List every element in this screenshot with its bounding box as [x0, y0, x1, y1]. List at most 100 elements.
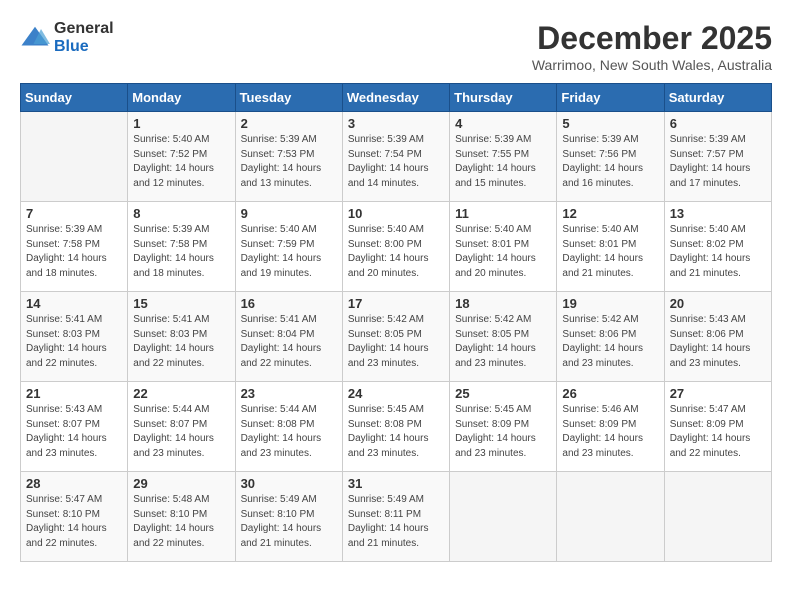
calendar-cell — [450, 472, 557, 562]
calendar-cell: 3 Sunrise: 5:39 AM Sunset: 7:54 PM Daylig… — [342, 112, 449, 202]
calendar-cell: 2 Sunrise: 5:39 AM Sunset: 7:53 PM Daylig… — [235, 112, 342, 202]
calendar-cell: 11 Sunrise: 5:40 AM Sunset: 8:01 PM Dayli… — [450, 202, 557, 292]
calendar-week-4: 21Sunrise: 5:43 AM Sunset: 8:07 PM Dayli… — [21, 382, 772, 472]
calendar-cell: 23 Sunrise: 5:44 AM Sunset: 8:08 PM Dayli… — [235, 382, 342, 472]
cell-content: Sunrise: 5:39 AM Sunset: 7:54 PM Dayligh… — [348, 133, 444, 191]
day-number: 18 — [455, 296, 551, 311]
header-row: SundayMondayTuesdayWednesdayThursdayFrid… — [21, 84, 772, 112]
calendar-cell: 26Sunrise: 5:46 AM Sunset: 8:09 PM Dayli… — [557, 382, 664, 472]
cell-content: Sunrise: 5:40 AM Sunset: 8:02 PM Dayligh… — [670, 223, 766, 281]
calendar-cell: 28 Sunrise: 5:47 AM Sunset: 8:10 PM Dayli… — [21, 472, 128, 562]
logo-general-text: General — [54, 20, 114, 38]
calendar-cell: 14 Sunrise: 5:41 AM Sunset: 8:03 PM Dayli… — [21, 292, 128, 382]
calendar-cell: 29Sunrise: 5:48 AM Sunset: 8:10 PM Dayli… — [128, 472, 235, 562]
cell-content: Sunrise: 5:39 AM Sunset: 7:55 PM Dayligh… — [455, 133, 551, 191]
calendar-cell: 16 Sunrise: 5:41 AM Sunset: 8:04 PM Dayli… — [235, 292, 342, 382]
calendar-cell: 17 Sunrise: 5:42 AM Sunset: 8:05 PM Dayli… — [342, 292, 449, 382]
cell-content: Sunrise: 5:49 AM Sunset: 8:10 PM Dayligh… — [241, 493, 337, 551]
page-header: General Blue December 2025 Warrimoo, New… — [20, 20, 772, 73]
calendar-week-5: 28 Sunrise: 5:47 AM Sunset: 8:10 PM Dayli… — [21, 472, 772, 562]
header-cell-tuesday: Tuesday — [235, 84, 342, 112]
cell-content: Sunrise: 5:40 AM Sunset: 7:59 PM Dayligh… — [241, 223, 337, 281]
day-number: 31 — [348, 476, 444, 491]
calendar-week-3: 14 Sunrise: 5:41 AM Sunset: 8:03 PM Dayli… — [21, 292, 772, 382]
day-number: 2 — [241, 116, 337, 131]
calendar-table: SundayMondayTuesdayWednesdayThursdayFrid… — [20, 83, 772, 562]
calendar-cell: 21Sunrise: 5:43 AM Sunset: 8:07 PM Dayli… — [21, 382, 128, 472]
day-number: 28 — [26, 476, 122, 491]
cell-content: Sunrise: 5:45 AM Sunset: 8:09 PM Dayligh… — [455, 403, 551, 461]
day-number: 27 — [670, 386, 766, 401]
logo-icon — [20, 23, 50, 53]
day-number: 7 — [26, 206, 122, 221]
calendar-body: 1 Sunrise: 5:40 AM Sunset: 7:52 PM Daylig… — [21, 112, 772, 562]
cell-content: Sunrise: 5:46 AM Sunset: 8:09 PM Dayligh… — [562, 403, 658, 461]
header-cell-thursday: Thursday — [450, 84, 557, 112]
calendar-cell: 12Sunrise: 5:40 AM Sunset: 8:01 PM Dayli… — [557, 202, 664, 292]
day-number: 20 — [670, 296, 766, 311]
title-block: December 2025 Warrimoo, New South Wales,… — [532, 20, 772, 73]
cell-content: Sunrise: 5:47 AM Sunset: 8:09 PM Dayligh… — [670, 403, 766, 461]
day-number: 29 — [133, 476, 229, 491]
calendar-cell: 30 Sunrise: 5:49 AM Sunset: 8:10 PM Dayli… — [235, 472, 342, 562]
cell-content: Sunrise: 5:39 AM Sunset: 7:58 PM Dayligh… — [26, 223, 122, 281]
day-number: 30 — [241, 476, 337, 491]
logo-blue-text: Blue — [54, 38, 114, 56]
calendar-cell: 4 Sunrise: 5:39 AM Sunset: 7:55 PM Daylig… — [450, 112, 557, 202]
day-number: 5 — [562, 116, 658, 131]
day-number: 10 — [348, 206, 444, 221]
logo: General Blue — [20, 20, 114, 55]
header-cell-sunday: Sunday — [21, 84, 128, 112]
calendar-cell: 9 Sunrise: 5:40 AM Sunset: 7:59 PM Daylig… — [235, 202, 342, 292]
cell-content: Sunrise: 5:39 AM Sunset: 7:56 PM Dayligh… — [562, 133, 658, 191]
cell-content: Sunrise: 5:39 AM Sunset: 7:57 PM Dayligh… — [670, 133, 766, 191]
day-number: 11 — [455, 206, 551, 221]
calendar-cell: 1 Sunrise: 5:40 AM Sunset: 7:52 PM Daylig… — [128, 112, 235, 202]
month-title: December 2025 — [532, 20, 772, 57]
day-number: 21 — [26, 386, 122, 401]
cell-content: Sunrise: 5:39 AM Sunset: 7:53 PM Dayligh… — [241, 133, 337, 191]
cell-content: Sunrise: 5:39 AM Sunset: 7:58 PM Dayligh… — [133, 223, 229, 281]
cell-content: Sunrise: 5:41 AM Sunset: 8:03 PM Dayligh… — [26, 313, 122, 371]
day-number: 3 — [348, 116, 444, 131]
day-number: 9 — [241, 206, 337, 221]
cell-content: Sunrise: 5:40 AM Sunset: 8:01 PM Dayligh… — [455, 223, 551, 281]
cell-content: Sunrise: 5:47 AM Sunset: 8:10 PM Dayligh… — [26, 493, 122, 551]
day-number: 25 — [455, 386, 551, 401]
cell-content: Sunrise: 5:40 AM Sunset: 7:52 PM Dayligh… — [133, 133, 229, 191]
header-cell-monday: Monday — [128, 84, 235, 112]
day-number: 17 — [348, 296, 444, 311]
calendar-week-1: 1 Sunrise: 5:40 AM Sunset: 7:52 PM Daylig… — [21, 112, 772, 202]
day-number: 4 — [455, 116, 551, 131]
cell-content: Sunrise: 5:45 AM Sunset: 8:08 PM Dayligh… — [348, 403, 444, 461]
cell-content: Sunrise: 5:41 AM Sunset: 8:04 PM Dayligh… — [241, 313, 337, 371]
header-cell-wednesday: Wednesday — [342, 84, 449, 112]
calendar-cell: 31 Sunrise: 5:49 AM Sunset: 8:11 PM Dayli… — [342, 472, 449, 562]
calendar-cell: 7 Sunrise: 5:39 AM Sunset: 7:58 PM Daylig… — [21, 202, 128, 292]
calendar-week-2: 7 Sunrise: 5:39 AM Sunset: 7:58 PM Daylig… — [21, 202, 772, 292]
header-cell-friday: Friday — [557, 84, 664, 112]
day-number: 8 — [133, 206, 229, 221]
day-number: 14 — [26, 296, 122, 311]
calendar-cell — [664, 472, 771, 562]
day-number: 23 — [241, 386, 337, 401]
calendar-cell: 5 Sunrise: 5:39 AM Sunset: 7:56 PM Daylig… — [557, 112, 664, 202]
day-number: 15 — [133, 296, 229, 311]
cell-content: Sunrise: 5:49 AM Sunset: 8:11 PM Dayligh… — [348, 493, 444, 551]
calendar-cell: 6Sunrise: 5:39 AM Sunset: 7:57 PM Daylig… — [664, 112, 771, 202]
calendar-cell: 10 Sunrise: 5:40 AM Sunset: 8:00 PM Dayli… — [342, 202, 449, 292]
calendar-cell: 13 Sunrise: 5:40 AM Sunset: 8:02 PM Dayli… — [664, 202, 771, 292]
cell-content: Sunrise: 5:42 AM Sunset: 8:05 PM Dayligh… — [348, 313, 444, 371]
day-number: 19 — [562, 296, 658, 311]
cell-content: Sunrise: 5:40 AM Sunset: 8:00 PM Dayligh… — [348, 223, 444, 281]
day-number: 16 — [241, 296, 337, 311]
calendar-cell: 15Sunrise: 5:41 AM Sunset: 8:03 PM Dayli… — [128, 292, 235, 382]
day-number: 22 — [133, 386, 229, 401]
day-number: 1 — [133, 116, 229, 131]
calendar-cell: 24Sunrise: 5:45 AM Sunset: 8:08 PM Dayli… — [342, 382, 449, 472]
cell-content: Sunrise: 5:42 AM Sunset: 8:05 PM Dayligh… — [455, 313, 551, 371]
calendar-cell: 22Sunrise: 5:44 AM Sunset: 8:07 PM Dayli… — [128, 382, 235, 472]
day-number: 13 — [670, 206, 766, 221]
cell-content: Sunrise: 5:44 AM Sunset: 8:08 PM Dayligh… — [241, 403, 337, 461]
cell-content: Sunrise: 5:42 AM Sunset: 8:06 PM Dayligh… — [562, 313, 658, 371]
